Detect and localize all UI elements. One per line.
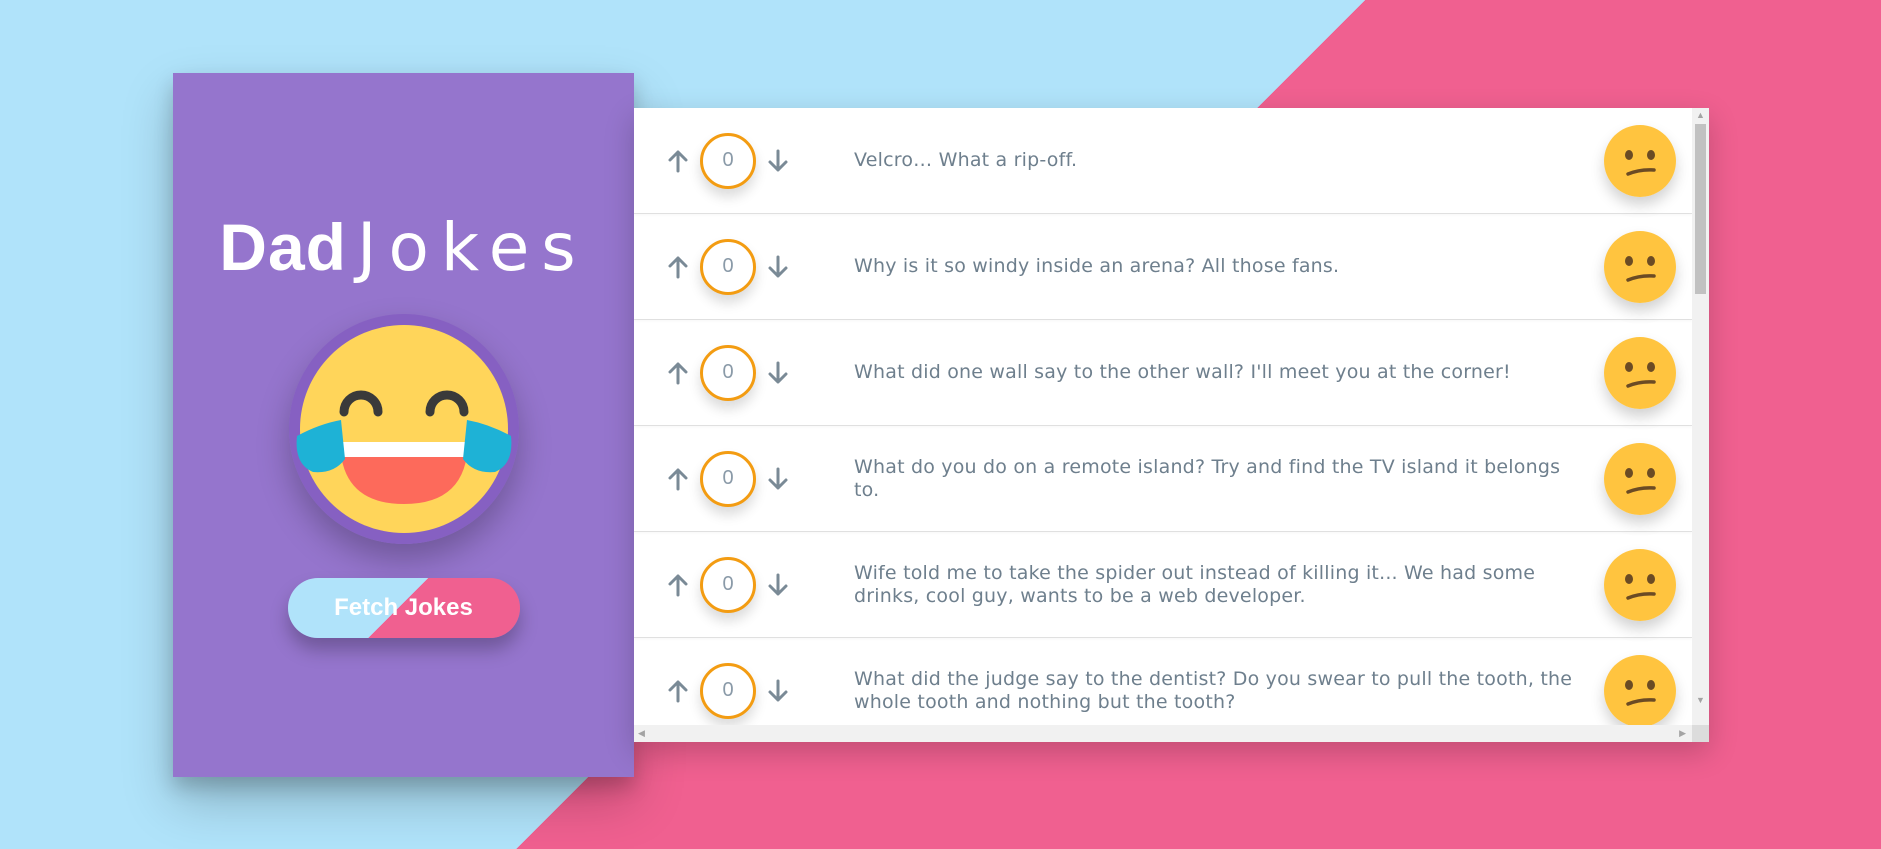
confused-face-emoji-icon: [1604, 654, 1676, 726]
confused-face-emoji-icon: [1604, 548, 1676, 621]
vote-controls: 0: [666, 450, 796, 507]
vote-controls: 0: [666, 344, 796, 401]
arrow-up-icon[interactable]: [666, 253, 690, 281]
confused-face-emoji-icon: [1604, 230, 1676, 303]
arrow-down-icon[interactable]: [766, 465, 790, 493]
arrow-up-icon[interactable]: [666, 147, 690, 175]
joke-item: 0 Why is it so windy inside an arena? Al…: [634, 214, 1692, 320]
joke-item: 0 What did the judge say to the dentist?…: [634, 638, 1692, 726]
laughing-tears-emoji-icon: [288, 314, 519, 544]
arrow-down-icon[interactable]: [766, 147, 790, 175]
scrollbar-thumb[interactable]: [1695, 124, 1706, 294]
vote-score: 0: [700, 238, 756, 295]
arrow-up-icon[interactable]: [666, 677, 690, 705]
joke-text: What did one wall say to the other wall?…: [854, 361, 1511, 383]
arrow-down-icon[interactable]: [766, 677, 790, 705]
joke-text: What do you do on a remote island? Try a…: [854, 455, 1561, 501]
confused-face-emoji-icon: [1604, 442, 1676, 515]
scrollbar-corner: [1692, 725, 1709, 742]
joke-item: 0 What did one wall say to the other wal…: [634, 320, 1692, 426]
vote-score: 0: [700, 132, 756, 189]
horizontal-scrollbar[interactable]: ◀ ▶: [634, 725, 1692, 742]
vote-score: 0: [700, 344, 756, 401]
vote-controls: 0: [666, 132, 796, 189]
page-title: Dad Jokes: [219, 209, 587, 286]
fetch-jokes-button[interactable]: Fetch Jokes: [287, 578, 520, 638]
arrow-down-icon[interactable]: [766, 359, 790, 387]
vote-score: 0: [700, 556, 756, 613]
vertical-scrollbar[interactable]: ▲ ▼: [1692, 108, 1709, 726]
arrow-up-icon[interactable]: [666, 359, 690, 387]
joke-text: Wife told me to take the spider out inst…: [854, 561, 1536, 607]
vote-controls: 0: [666, 556, 796, 613]
scroll-down-arrow-icon[interactable]: ▼: [1696, 696, 1705, 705]
vote-controls: 0: [666, 238, 796, 295]
jokes-panel[interactable]: 0 Velcro… What a rip-off. 0 Why is it so…: [634, 108, 1709, 742]
arrow-down-icon[interactable]: [766, 571, 790, 599]
joke-item: 0 Wife told me to take the spider out in…: [634, 532, 1692, 638]
arrow-down-icon[interactable]: [766, 253, 790, 281]
scroll-left-arrow-icon[interactable]: ◀: [638, 729, 645, 738]
joke-item: 0 What do you do on a remote island? Try…: [634, 426, 1692, 532]
joke-text: What did the judge say to the dentist? D…: [854, 667, 1573, 713]
vote-score: 0: [700, 662, 756, 719]
scroll-up-arrow-icon[interactable]: ▲: [1696, 111, 1705, 120]
arrow-up-icon[interactable]: [666, 465, 690, 493]
sidebar: Dad Jokes Fetch Jokes: [173, 73, 634, 777]
vote-controls: 0: [666, 662, 796, 719]
joke-text: Why is it so windy inside an arena? All …: [854, 255, 1340, 277]
arrow-up-icon[interactable]: [666, 571, 690, 599]
scroll-right-arrow-icon[interactable]: ▶: [1679, 729, 1686, 738]
confused-face-emoji-icon: [1604, 336, 1676, 409]
title-thin: Jokes: [356, 209, 588, 286]
vote-score: 0: [700, 450, 756, 507]
joke-list: 0 Velcro… What a rip-off. 0 Why is it so…: [634, 108, 1692, 726]
joke-text: Velcro… What a rip-off.: [854, 149, 1078, 171]
confused-face-emoji-icon: [1604, 124, 1676, 197]
joke-item: 0 Velcro… What a rip-off.: [634, 108, 1692, 214]
title-bold: Dad: [219, 210, 347, 284]
